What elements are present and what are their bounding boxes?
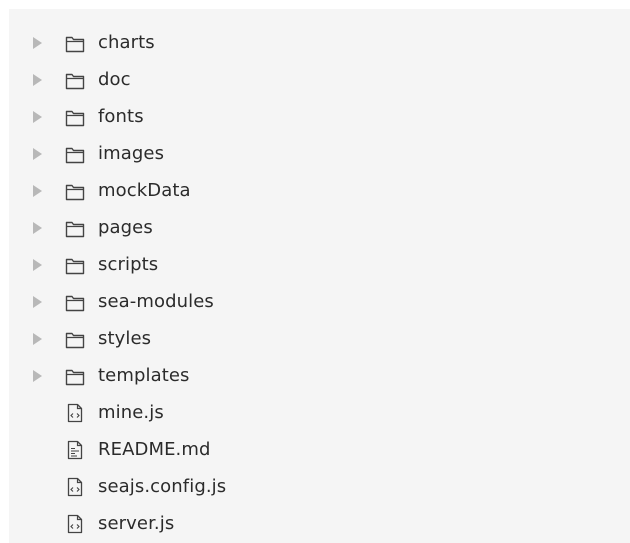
- collapsed-arrow-icon[interactable]: [33, 184, 42, 197]
- file-label: mine.js: [98, 401, 164, 423]
- folder-icon: [64, 254, 86, 276]
- file-label: seajs.config.js: [98, 475, 227, 497]
- folder-icon: [64, 69, 86, 91]
- file-explorer-pane: charts doc fonts images mockData pages s…: [9, 9, 630, 543]
- code-file-icon: [64, 402, 86, 424]
- folder-icon: [64, 32, 86, 54]
- collapsed-arrow-icon[interactable]: [33, 147, 42, 160]
- folder-label: pages: [98, 216, 153, 238]
- folder-label: mockData: [98, 179, 191, 201]
- collapsed-arrow-icon[interactable]: [33, 332, 42, 345]
- file-row-seajs-config-js[interactable]: seajs.config.js: [9, 468, 630, 505]
- folder-row-styles[interactable]: styles: [9, 320, 630, 357]
- folder-row-pages[interactable]: pages: [9, 209, 630, 246]
- folder-row-mockdata[interactable]: mockData: [9, 172, 630, 209]
- folder-label: charts: [98, 31, 155, 53]
- collapsed-arrow-icon[interactable]: [33, 369, 42, 382]
- text-file-icon: [64, 439, 86, 461]
- file-tree: charts doc fonts images mockData pages s…: [9, 24, 630, 542]
- file-row-mine-js[interactable]: mine.js: [9, 394, 630, 431]
- folder-row-doc[interactable]: doc: [9, 61, 630, 98]
- folder-icon: [64, 328, 86, 350]
- file-label: README.md: [98, 438, 211, 460]
- collapsed-arrow-icon[interactable]: [33, 73, 42, 86]
- folder-row-charts[interactable]: charts: [9, 24, 630, 61]
- folder-icon: [64, 217, 86, 239]
- folder-icon: [64, 143, 86, 165]
- folder-label: fonts: [98, 105, 144, 127]
- folder-row-scripts[interactable]: scripts: [9, 246, 630, 283]
- folder-label: images: [98, 142, 165, 164]
- folder-row-images[interactable]: images: [9, 135, 630, 172]
- collapsed-arrow-icon[interactable]: [33, 295, 42, 308]
- collapsed-arrow-icon[interactable]: [33, 36, 42, 49]
- file-row-readme-md[interactable]: README.md: [9, 431, 630, 468]
- collapsed-arrow-icon[interactable]: [33, 221, 42, 234]
- file-label: server.js: [98, 512, 175, 534]
- folder-icon: [64, 291, 86, 313]
- file-row-server-js[interactable]: server.js: [9, 505, 630, 542]
- folder-label: templates: [98, 364, 190, 386]
- code-file-icon: [64, 513, 86, 535]
- collapsed-arrow-icon[interactable]: [33, 110, 42, 123]
- folder-row-sea-modules[interactable]: sea-modules: [9, 283, 630, 320]
- folder-icon: [64, 365, 86, 387]
- folder-row-fonts[interactable]: fonts: [9, 98, 630, 135]
- collapsed-arrow-icon[interactable]: [33, 258, 42, 271]
- code-file-icon: [64, 476, 86, 498]
- folder-row-templates[interactable]: templates: [9, 357, 630, 394]
- folder-label: sea-modules: [98, 290, 214, 312]
- folder-label: styles: [98, 327, 152, 349]
- folder-icon: [64, 106, 86, 128]
- folder-label: scripts: [98, 253, 159, 275]
- folder-label: doc: [98, 68, 131, 90]
- folder-icon: [64, 180, 86, 202]
